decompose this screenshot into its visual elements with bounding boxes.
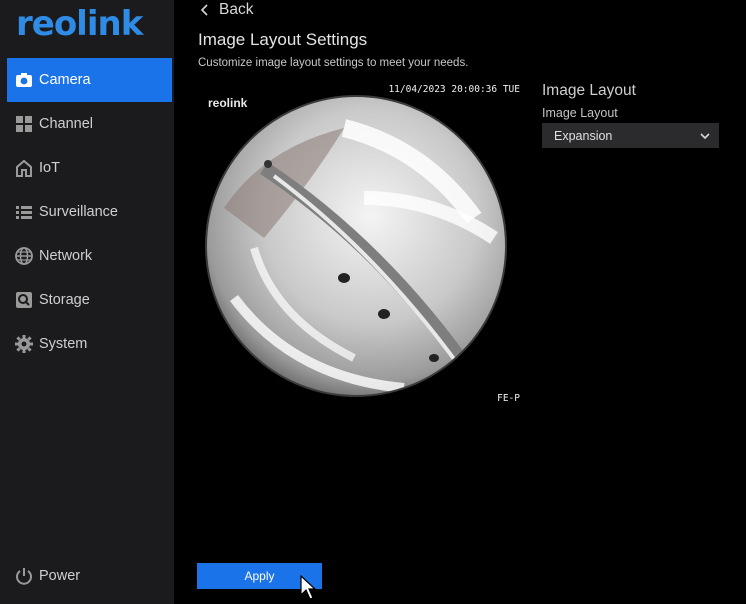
power-label: Power — [39, 568, 81, 584]
back-label: Back — [219, 1, 254, 18]
sidebar: reolink Camera Channel IoT Surveillance — [0, 0, 174, 604]
reolink-logo: reolink — [16, 4, 143, 44]
chevron-down-icon — [700, 132, 710, 139]
image-layout-select[interactable]: Expansion — [542, 123, 719, 148]
gear-icon — [14, 334, 34, 354]
list-icon — [14, 202, 34, 222]
sidebar-item-label: Camera — [39, 72, 91, 88]
main-content: Back Image Layout Settings Customize ima… — [174, 0, 746, 604]
sidebar-item-iot[interactable]: IoT — [0, 146, 174, 190]
sidebar-item-system[interactable]: System — [0, 322, 174, 366]
power-button[interactable]: Power — [14, 566, 80, 586]
camera-preview: reolink 11/04/2023 20:00:36 TUE FE-P — [198, 80, 526, 410]
preview-timestamp: 11/04/2023 20:00:36 TUE — [388, 84, 520, 95]
sidebar-item-label: Storage — [39, 292, 90, 308]
preview-brand-watermark: reolink — [208, 96, 248, 110]
sidebar-nav: Camera Channel IoT Surveillance Network — [0, 58, 174, 366]
sidebar-item-channel[interactable]: Channel — [0, 102, 174, 146]
house-icon — [14, 158, 34, 178]
sidebar-item-label: Surveillance — [39, 204, 118, 220]
chevron-left-icon — [200, 4, 208, 16]
select-value: Expansion — [554, 128, 613, 143]
grid-icon — [14, 114, 34, 134]
sidebar-item-storage[interactable]: Storage — [0, 278, 174, 322]
settings-panel: Image Layout Image Layout Expansion — [542, 82, 722, 148]
preview-code: FE-P — [497, 393, 520, 404]
page-subtitle: Customize image layout settings to meet … — [198, 57, 469, 69]
power-icon — [14, 566, 34, 586]
sidebar-item-surveillance[interactable]: Surveillance — [0, 190, 174, 234]
camera-icon — [14, 70, 34, 90]
fisheye-image — [205, 95, 507, 397]
sidebar-item-label: System — [39, 336, 88, 352]
page-title: Image Layout Settings — [198, 30, 368, 49]
section-title: Image Layout — [542, 82, 636, 99]
sidebar-item-network[interactable]: Network — [0, 234, 174, 278]
sidebar-item-camera[interactable]: Camera — [7, 58, 172, 102]
sidebar-item-label: Channel — [39, 116, 94, 132]
sidebar-item-label: IoT — [39, 160, 60, 176]
field-label: Image Layout — [542, 106, 618, 120]
back-button[interactable]: Back — [198, 0, 253, 20]
globe-icon — [14, 246, 34, 266]
sidebar-item-label: Network — [39, 248, 93, 264]
mouse-cursor-icon — [300, 575, 316, 600]
storage-icon — [14, 290, 34, 310]
